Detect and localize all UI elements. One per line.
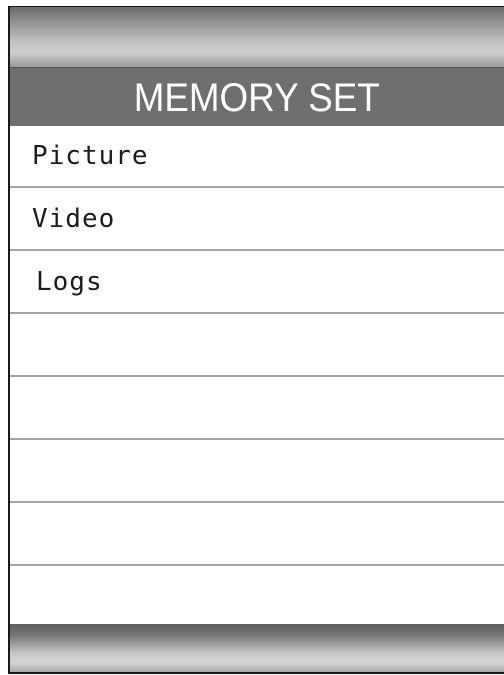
device-screen: MEMORY SET Picture Video Logs (8, 6, 504, 674)
menu-item-empty (10, 314, 504, 377)
menu-item-empty (10, 503, 504, 566)
menu-item-label: Picture (32, 140, 149, 171)
menu-item-picture[interactable]: Picture (10, 125, 504, 188)
title-bar: MEMORY SET (10, 67, 504, 126)
top-status-bar (10, 7, 504, 67)
menu-item-empty (10, 377, 504, 440)
menu-item-empty (10, 440, 504, 503)
menu-item-video[interactable]: Video (10, 188, 504, 251)
menu-list: Picture Video Logs (10, 125, 504, 629)
menu-item-label: Logs (36, 266, 103, 297)
menu-item-label: Video (32, 203, 116, 234)
menu-item-logs[interactable]: Logs (10, 251, 504, 314)
bottom-bar (10, 624, 504, 672)
menu-item-empty (10, 566, 504, 629)
page-title: MEMORY SET (133, 76, 381, 120)
